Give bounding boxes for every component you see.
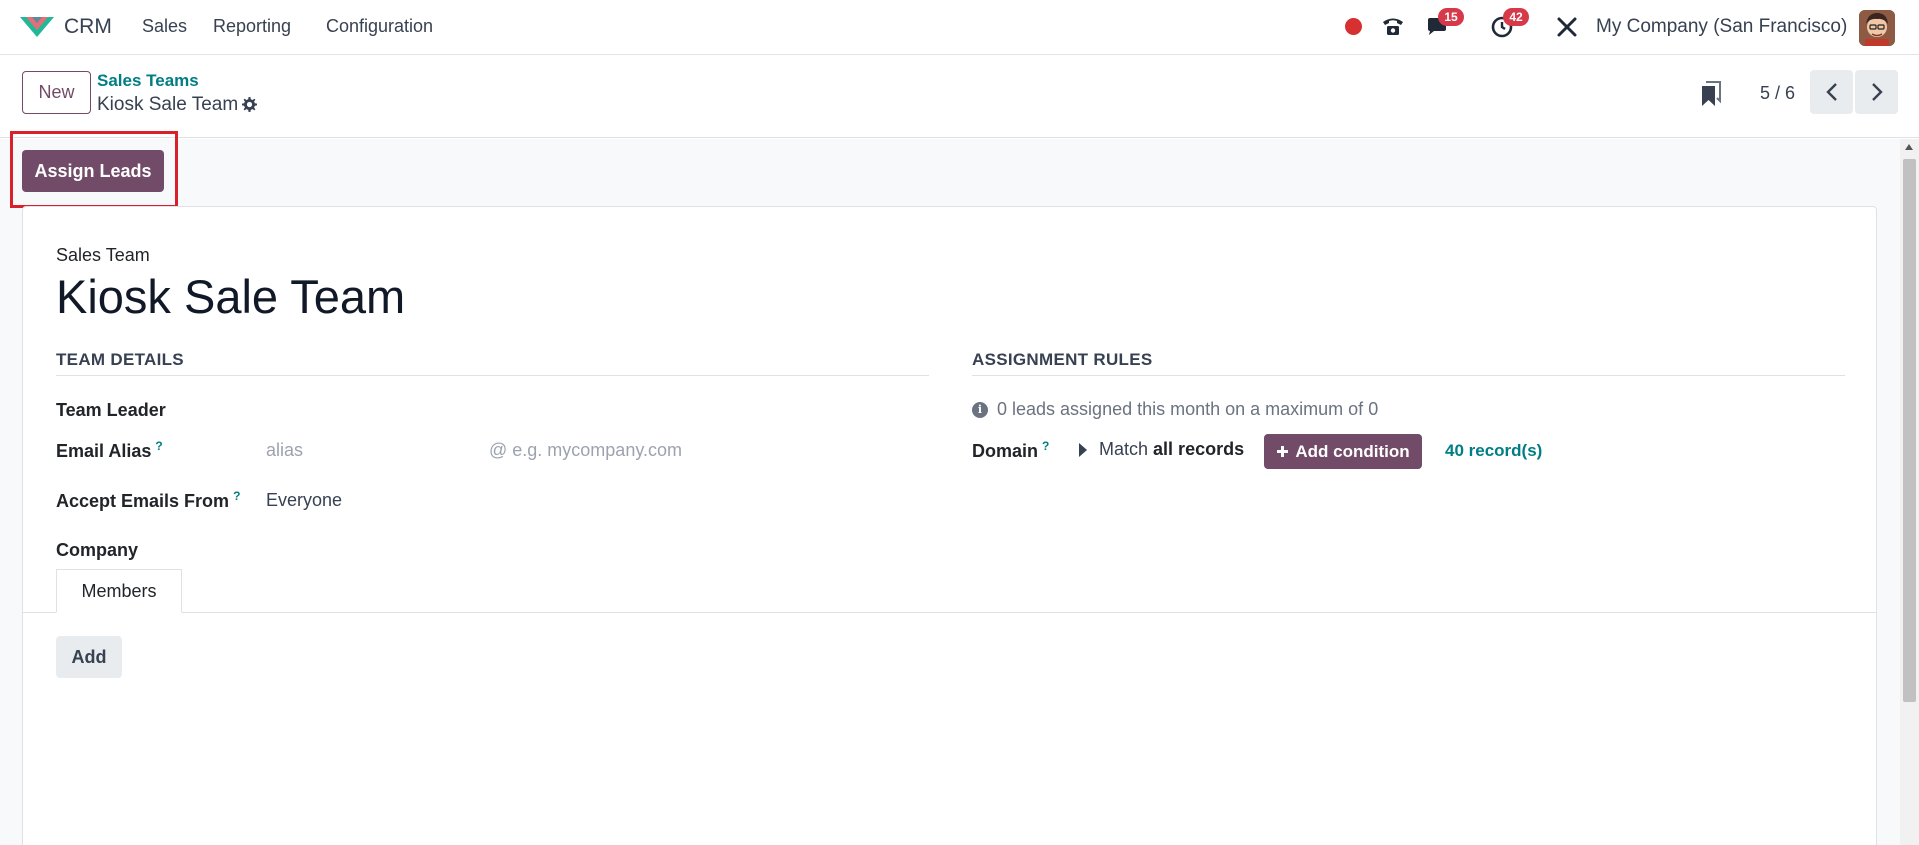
assignment-rules-header: ASSIGNMENT RULES [972, 350, 1153, 369]
app-name[interactable]: CRM [64, 15, 112, 39]
breadcrumb-sales-teams[interactable]: Sales Teams [97, 71, 199, 91]
accept-emails-select[interactable]: Everyone [266, 490, 342, 511]
recording-indicator-icon[interactable] [1345, 18, 1362, 35]
domain-label: Domain? [972, 439, 1050, 461]
messages-icon[interactable]: 15 [1424, 8, 1464, 40]
crm-logo-icon[interactable] [18, 13, 56, 41]
records-count-link[interactable]: 40 record(s) [1445, 441, 1542, 461]
record-type-label: Sales Team [56, 245, 150, 265]
email-domain-input[interactable]: @ e.g. mycompany.com [489, 440, 682, 461]
phone-icon[interactable] [1380, 14, 1406, 40]
form-content: Assign Leads Sales Team Kiosk Sale Team … [0, 131, 1900, 845]
scroll-up-arrow-icon[interactable] [1905, 144, 1913, 150]
highlight-box [10, 131, 178, 208]
gear-icon[interactable] [240, 96, 258, 114]
tabs-divider [23, 612, 1876, 613]
tab-members[interactable]: Members [56, 569, 182, 613]
scrollbar-thumb[interactable] [1903, 159, 1916, 702]
plus-icon [1277, 446, 1289, 457]
new-button[interactable]: New [22, 71, 91, 114]
chevron-left-icon [1825, 83, 1837, 101]
debug-tools-icon[interactable] [1554, 14, 1580, 40]
record-title[interactable]: Kiosk Sale Team [56, 269, 405, 324]
scrollbar[interactable] [1900, 139, 1919, 845]
pager-value[interactable]: 5 / 6 [1760, 83, 1795, 104]
team-details-header: TEAM DETAILS [56, 350, 184, 369]
activities-badge: 42 [1503, 8, 1529, 26]
bookmark-icon[interactable] [1700, 81, 1722, 107]
top-navbar: CRM Sales Reporting Configuration 15 42 … [0, 0, 1919, 55]
team-details-divider [56, 375, 929, 376]
help-icon[interactable]: ? [233, 489, 240, 503]
help-icon[interactable]: ? [155, 439, 162, 453]
assignment-rules-divider [972, 375, 1845, 376]
company-label: Company [56, 540, 139, 560]
chevron-right-icon [1871, 83, 1883, 101]
help-icon[interactable]: ? [1042, 439, 1049, 453]
email-alias-input[interactable]: alias [266, 440, 303, 461]
company-switcher[interactable]: My Company (San Francisco) [1596, 16, 1847, 38]
menu-sales[interactable]: Sales [142, 16, 187, 37]
activities-clock-icon[interactable]: 42 [1489, 8, 1529, 40]
accept-emails-label: Accept Emails From? [56, 489, 241, 511]
info-icon: i [972, 401, 988, 418]
menu-configuration[interactable]: Configuration [326, 16, 433, 37]
team-leader-label: Team Leader [56, 400, 166, 420]
add-condition-button[interactable]: Add condition [1264, 434, 1422, 469]
breadcrumb-current: Kiosk Sale Team [97, 94, 239, 115]
control-panel: New Sales Teams Kiosk Sale Team 5 / 6 [0, 56, 1919, 138]
caret-right-icon[interactable] [1079, 443, 1087, 457]
pager-next-button[interactable] [1855, 70, 1898, 114]
form-sheet: Sales Team Kiosk Sale Team TEAM DETAILS … [22, 206, 1877, 845]
user-avatar[interactable] [1859, 10, 1895, 46]
messages-badge: 15 [1438, 8, 1464, 26]
domain-match-text: Match all records [1099, 439, 1245, 459]
leads-assigned-info: i 0 leads assigned this month on a maxim… [972, 399, 1378, 420]
status-bar: Assign Leads [0, 131, 1900, 208]
menu-reporting[interactable]: Reporting [213, 16, 291, 37]
pager-previous-button[interactable] [1810, 70, 1853, 114]
add-member-button[interactable]: Add [56, 636, 122, 678]
email-alias-label: Email Alias? [56, 439, 163, 461]
